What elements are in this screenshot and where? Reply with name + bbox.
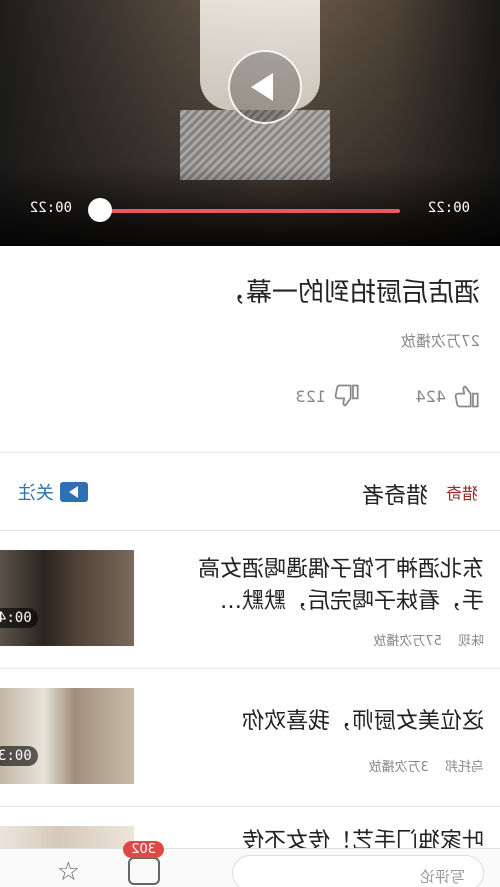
divider	[0, 530, 500, 531]
related-thumbnail: 00:4	[0, 550, 134, 646]
divider	[0, 452, 500, 453]
related-plays: 3万次播放	[368, 760, 429, 775]
play-icon	[251, 73, 273, 101]
divider	[0, 806, 500, 807]
related-video-item[interactable]: 这位美女厨师，我喜欢你 乌托邦 3万次播放 00:3	[0, 686, 500, 796]
total-time: 00:22	[427, 200, 470, 216]
related-source: 味现	[457, 634, 484, 649]
author-row: 猎奇 猎奇者 关注	[0, 456, 500, 530]
dislike-count: 123	[295, 386, 326, 406]
duration-badge: 00:3	[0, 746, 38, 766]
related-thumbnail: 00:3	[0, 688, 134, 784]
app-root: 00:22 00:22 酒店后厨拍到的一幕， 27万次播放 424 123 猎奇…	[0, 0, 500, 887]
comment-placeholder: 写评论	[419, 868, 465, 886]
follow-button[interactable]: 关注	[0, 478, 88, 506]
related-meta: 味现 57万次播放	[361, 630, 484, 649]
divider	[0, 668, 500, 669]
comment-input[interactable]: 写评论	[232, 855, 484, 887]
related-plays: 57万次播放	[373, 634, 442, 649]
video-player[interactable]: 00:22 00:22	[0, 0, 500, 246]
follow-icon	[60, 482, 88, 502]
duration-badge: 00:4	[0, 608, 38, 628]
thumbs-up-icon	[454, 385, 479, 408]
progress-bar[interactable]	[92, 209, 400, 213]
play-count: 27万次播放	[400, 332, 480, 350]
play-button[interactable]	[228, 50, 302, 124]
author-logo[interactable]: 猎奇	[446, 480, 478, 504]
author-name[interactable]: 猎奇者	[362, 478, 428, 510]
related-source: 乌托邦	[444, 760, 484, 775]
thumbs-down-icon	[334, 384, 359, 407]
related-meta: 乌托邦 3万次播放	[357, 756, 484, 775]
current-time: 00:22	[29, 200, 72, 216]
related-video-item[interactable]: 东北酒神下馆子偶遇喝酒女高手，看妹子喝完后，默默… 味现 57万次播放 00:4	[0, 548, 500, 658]
dislike-button[interactable]: 123	[295, 382, 360, 410]
star-icon[interactable]: ☆	[57, 857, 80, 887]
comment-count-badge: 302	[123, 841, 164, 858]
bottom-bar: 写评论 302 ☆	[0, 841, 500, 887]
progress-knob[interactable]	[88, 198, 112, 222]
video-title: 酒店后厨拍到的一幕，	[219, 278, 480, 308]
controls-shade	[0, 166, 500, 246]
related-title: 这位美女厨师，我喜欢你	[241, 709, 484, 734]
message-icon[interactable]	[128, 857, 160, 885]
like-count: 424	[415, 386, 446, 406]
like-button[interactable]: 424	[415, 382, 480, 410]
related-title: 东北酒神下馆子偶遇喝酒女高手，看妹子喝完后，默默…	[197, 557, 484, 614]
follow-label: 关注	[18, 483, 54, 504]
reaction-bar: 424 123	[20, 382, 480, 422]
